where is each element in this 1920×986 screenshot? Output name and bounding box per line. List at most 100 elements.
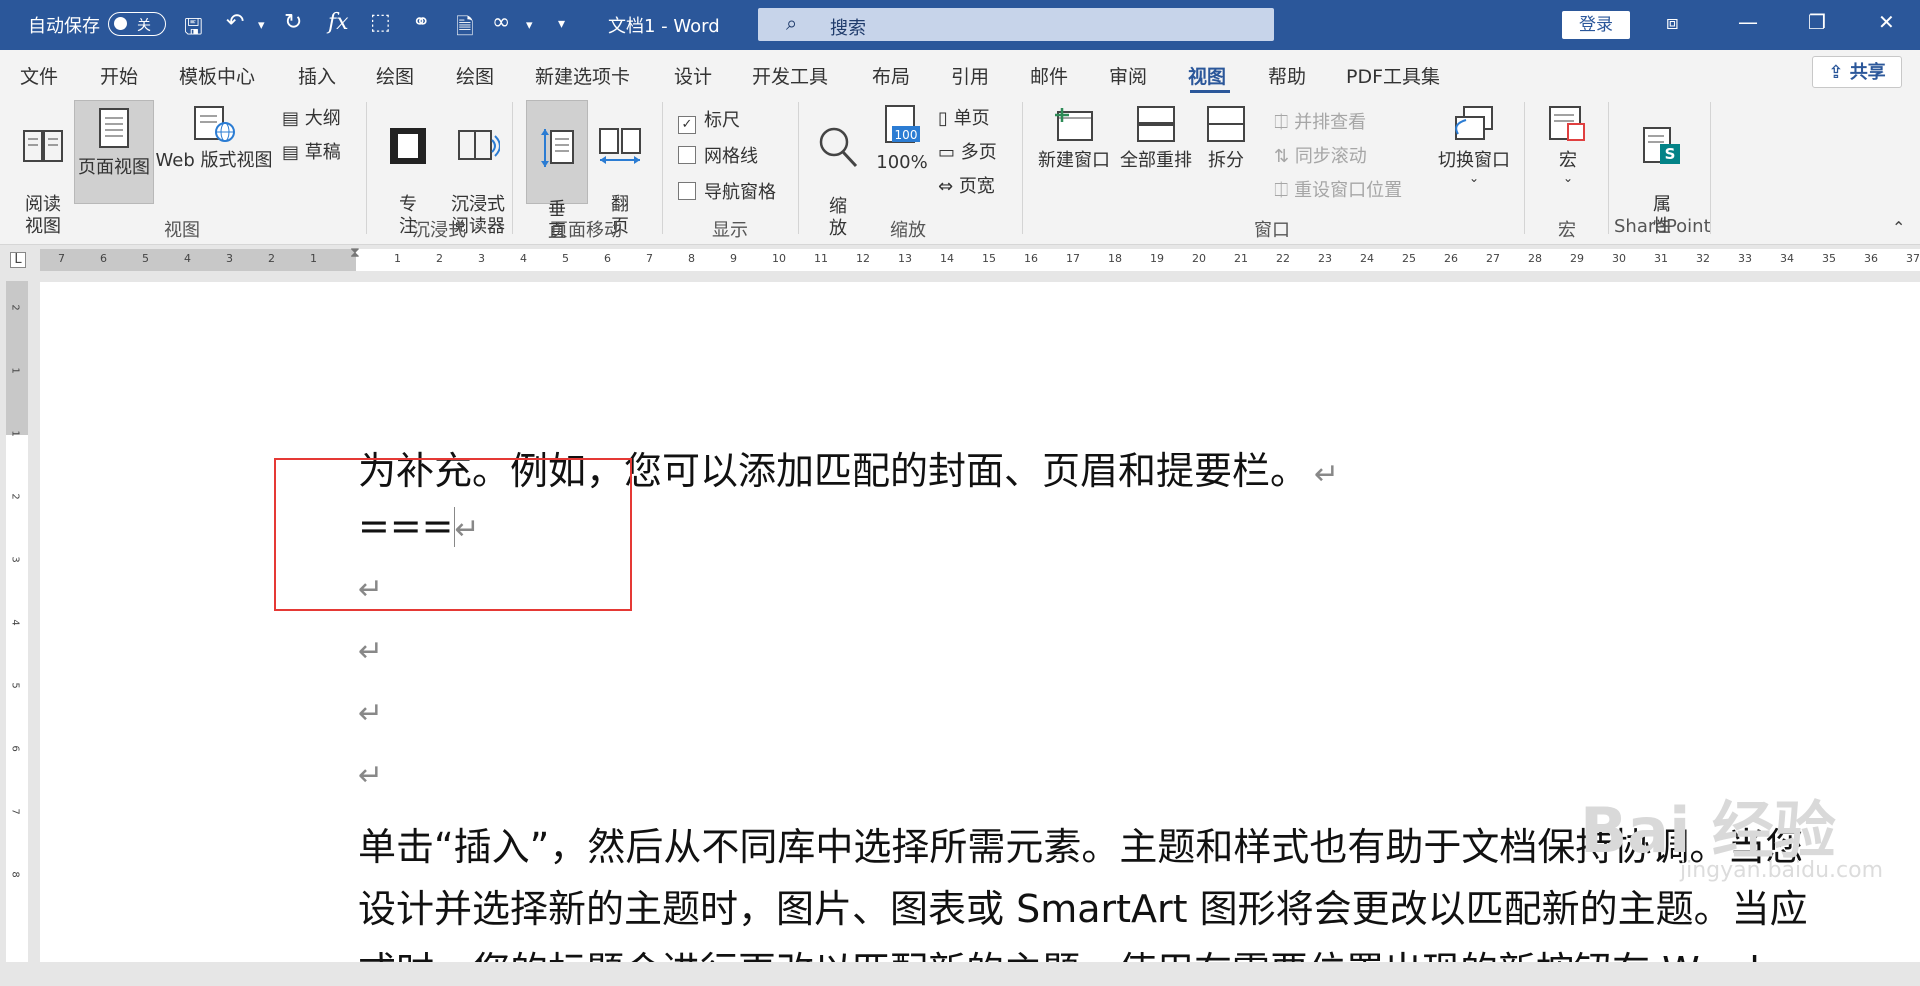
tab-home[interactable]: 开始 — [100, 62, 138, 89]
zoom-100-label: 100% — [876, 152, 928, 173]
focus-button[interactable]: 专 注 — [380, 104, 436, 237]
active-tab-underline — [1190, 90, 1230, 93]
document-icon[interactable]: 🗎 — [456, 10, 474, 48]
tab-new-tab[interactable]: 新建选项卡 — [535, 62, 630, 89]
properties-button[interactable]: S 属 性 — [1630, 104, 1694, 237]
login-button[interactable]: 登录 — [1562, 11, 1630, 39]
infinity-icon[interactable]: ∞ — [492, 10, 510, 35]
watermark-logo: Bai 经验 — [1580, 794, 1836, 867]
new-window-icon — [1055, 108, 1093, 141]
print-layout-button[interactable]: 页面视图 — [74, 100, 154, 204]
tab-pdf-tools[interactable]: PDF工具集 — [1346, 62, 1440, 89]
read-mode-button[interactable]: 阅读 视图 — [10, 104, 76, 237]
window-group-label: 窗口 — [1254, 220, 1290, 241]
gridlines-label: 网格线 — [704, 146, 758, 167]
draft-button[interactable]: ▤ 草稿 — [282, 138, 341, 164]
zoom-button[interactable]: 缩 放 — [810, 104, 866, 239]
vertical-button[interactable]: 垂 直 — [526, 100, 588, 242]
document-line[interactable]: ↵ — [358, 750, 383, 794]
zoom-100-button[interactable]: 100 100% — [872, 104, 932, 204]
tab-file[interactable]: 文件 — [20, 62, 58, 89]
collapse-ribbon-icon[interactable]: ⌃ — [1892, 218, 1905, 237]
web-layout-button[interactable]: Web 版式视图 — [154, 104, 274, 204]
close-icon[interactable]: ✕ — [1878, 10, 1895, 34]
tab-template-center[interactable]: 模板中心 — [179, 62, 255, 89]
ribbon-display-icon[interactable]: ⧈ — [1666, 10, 1679, 34]
tab-mailings[interactable]: 邮件 — [1030, 62, 1068, 89]
sync-scroll-button[interactable]: ⇅ 同步滚动 — [1274, 142, 1367, 168]
tab-references[interactable]: 引用 — [951, 62, 989, 89]
tab-selector-icon[interactable]: L — [10, 252, 26, 268]
horizontal-ruler[interactable]: L 7 6 5 4 3 2 1 ⧗ 1 2 3 4 5 6 7 8 9 10 11 12 13 14 15 1… — [0, 245, 1920, 277]
arrange-all-button[interactable]: 全部重排 — [1116, 104, 1196, 204]
save-icon[interactable]: 🖫 — [184, 10, 203, 48]
tab-draw[interactable]: 绘图 — [376, 62, 414, 89]
side-by-side-button[interactable]: ⎅ 并排查看 — [1274, 108, 1366, 134]
ruler-tick: 20 — [1192, 252, 1206, 265]
document-line[interactable]: 设计并选择新的主题时，图片、图表或 SmartArt 图形将会更改以匹配新的主题… — [358, 878, 1808, 933]
document-line[interactable]: ↵ — [358, 626, 383, 670]
autosave-toggle[interactable]: 关 — [108, 12, 166, 36]
tab-developer[interactable]: 开发工具 — [752, 62, 828, 89]
side-to-side-button[interactable]: 翻 页 — [592, 104, 648, 237]
web-page-icon — [194, 106, 235, 142]
multiple-pages-button[interactable]: ▭ 多页 — [938, 138, 997, 164]
draft-icon: ▤ — [282, 142, 305, 163]
one-page-button[interactable]: ▯ 单页 — [938, 104, 990, 130]
vertical-ruler-tick: 4 — [9, 619, 21, 626]
gridlines-checkbox[interactable]: 网格线 — [678, 142, 758, 168]
reset-window-position-button[interactable]: ⎅ 重设窗口位置 — [1274, 176, 1402, 202]
macros-icon — [1549, 106, 1585, 141]
ruler-checkbox[interactable]: ✓ 标尺 — [678, 106, 740, 134]
side-by-side-label: 并排查看 — [1294, 112, 1367, 133]
new-window-button[interactable]: 新建窗口 — [1034, 104, 1114, 204]
split-button[interactable]: 拆分 — [1198, 104, 1254, 204]
redo-icon[interactable]: ↻ — [284, 10, 302, 35]
undo-icon[interactable]: ↶ — [226, 10, 244, 35]
indent-marker-icon[interactable]: ⧗ — [350, 245, 360, 261]
reset-position-icon: ⎅ — [1274, 180, 1295, 201]
customize-qat-icon[interactable]: ▾ — [558, 16, 565, 32]
hierarchy-icon[interactable]: ⚭ — [412, 10, 430, 35]
document-line[interactable]: 式时，您的标题会进行更改以匹配新的主题。使用在需要位置出现的新按钮在 Word — [358, 940, 1760, 962]
share-button[interactable]: ⇪ 共享 — [1812, 56, 1902, 88]
tab-layout[interactable]: 布局 — [872, 62, 910, 89]
switch-windows-button[interactable]: 切换窗口 ⌄ — [1432, 104, 1516, 204]
formula-icon[interactable]: fx — [328, 10, 349, 35]
macros-dropdown-icon: ⌄ — [1562, 171, 1574, 185]
undo-dropdown-icon[interactable]: ▾ — [258, 18, 265, 33]
group-separator — [366, 102, 367, 234]
ruler-tick: 3 — [226, 252, 233, 265]
minimize-icon[interactable]: — — [1738, 10, 1758, 34]
ruler-tick: 18 — [1108, 252, 1122, 265]
document-line[interactable]: ↵ — [358, 688, 383, 732]
tab-design[interactable]: 设计 — [674, 62, 712, 89]
nav-pane-checkbox[interactable]: 导航窗格 — [678, 178, 776, 204]
immersive-reader-button[interactable]: 沉浸式 阅读器 — [438, 104, 518, 237]
search-box[interactable]: ⌕ 搜索 — [758, 8, 1274, 41]
nav-pane-label: 导航窗格 — [704, 182, 776, 203]
select-icon[interactable]: ⬚ — [370, 10, 391, 35]
macros-button[interactable]: 宏 ⌄ — [1538, 104, 1598, 204]
group-separator — [662, 102, 663, 234]
infinity-dropdown-icon[interactable]: ▾ — [526, 18, 533, 33]
restore-icon[interactable]: ❐ — [1808, 10, 1826, 34]
search-placeholder: 搜索 — [830, 18, 866, 39]
vertical-ruler-tick: 1 — [9, 430, 21, 437]
tab-view[interactable]: 视图 — [1188, 62, 1226, 89]
arrange-all-label: 全部重排 — [1120, 150, 1192, 171]
vertical-ruler-tick: 7 — [9, 808, 21, 815]
ribbon: 阅读 视图 页面视图 Web 版式视图 ▤ 大纲 ▤ 草稿 视图 专 注 沉浸式… — [0, 94, 1920, 245]
tab-insert[interactable]: 插入 — [298, 62, 336, 89]
search-icon: ⌕ — [786, 11, 798, 35]
tab-review[interactable]: 审阅 — [1109, 62, 1147, 89]
tab-help[interactable]: 帮助 — [1268, 62, 1306, 89]
tab-draw-2[interactable]: 绘图 — [456, 62, 494, 89]
ruler-tick: 4 — [184, 252, 191, 265]
page-width-button[interactable]: ⇔ 页宽 — [938, 172, 995, 198]
outline-button[interactable]: ▤ 大纲 — [282, 104, 341, 130]
macros-group-label: 宏 — [1558, 220, 1576, 241]
ruler-tick: 27 — [1486, 252, 1500, 265]
zoom-label: 缩 放 — [829, 196, 847, 239]
ruler-tick: 14 — [940, 252, 954, 265]
